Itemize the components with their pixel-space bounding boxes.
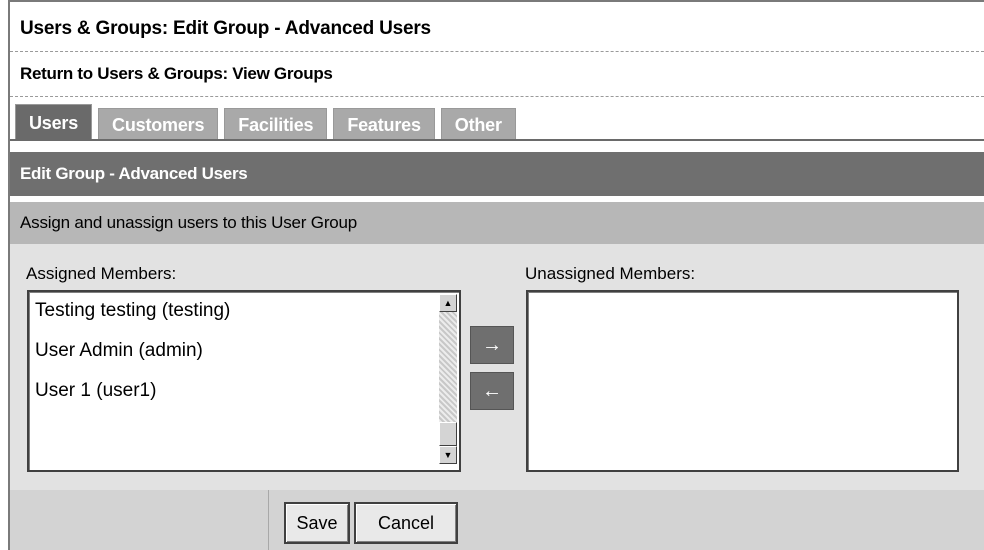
scroll-up-button[interactable]: ▲ — [439, 294, 457, 312]
arrow-left-icon: ← — [482, 379, 502, 402]
tab-users[interactable]: Users — [15, 104, 93, 141]
return-to-view-groups-link[interactable]: Return to Users & Groups: View Groups — [20, 64, 333, 84]
list-item[interactable]: User 1 (user1) — [35, 380, 156, 402]
move-to-assigned-button[interactable]: ← — [470, 372, 514, 410]
assigned-members-list[interactable]: Testing testing (testing) User Admin (ad… — [27, 290, 461, 472]
tab-features[interactable]: Features — [333, 108, 435, 141]
save-button[interactable]: Save — [284, 502, 350, 544]
frame-top-border — [8, 0, 984, 2]
tab-facilities[interactable]: Facilities — [224, 108, 328, 141]
move-to-unassigned-button[interactable]: → — [470, 326, 514, 364]
list-item[interactable]: User Admin (admin) — [35, 340, 203, 362]
instructions-text: Assign and unassign users to this User G… — [10, 202, 984, 244]
page-frame: Users & Groups: Edit Group - Advanced Us… — [0, 0, 984, 550]
tab-other[interactable]: Other — [440, 108, 516, 141]
footer-divider — [268, 490, 269, 550]
arrow-right-icon: → — [482, 333, 502, 356]
scroll-down-button[interactable]: ▼ — [439, 446, 457, 464]
triangle-down-icon: ▼ — [443, 450, 453, 460]
tab-underline — [10, 139, 984, 141]
list-item[interactable]: Testing testing (testing) — [35, 300, 230, 322]
tab-bar: Users Customers Facilities Features Othe… — [15, 104, 522, 141]
scroll-thumb[interactable] — [439, 422, 457, 446]
cancel-button[interactable]: Cancel — [354, 502, 458, 544]
link-divider — [10, 96, 984, 97]
title-divider — [10, 51, 984, 52]
assigned-list-scrollbar[interactable]: ▲ ▼ — [439, 294, 457, 464]
page-title: Users & Groups: Edit Group - Advanced Us… — [20, 18, 431, 39]
action-footer — [10, 490, 984, 550]
unassigned-members-list[interactable] — [526, 290, 959, 472]
tab-customers[interactable]: Customers — [98, 108, 219, 141]
section-heading: Edit Group - Advanced Users — [10, 152, 984, 196]
assigned-members-label: Assigned Members: — [26, 264, 177, 283]
triangle-up-icon: ▲ — [443, 298, 453, 308]
unassigned-members-label: Unassigned Members: — [525, 264, 696, 283]
